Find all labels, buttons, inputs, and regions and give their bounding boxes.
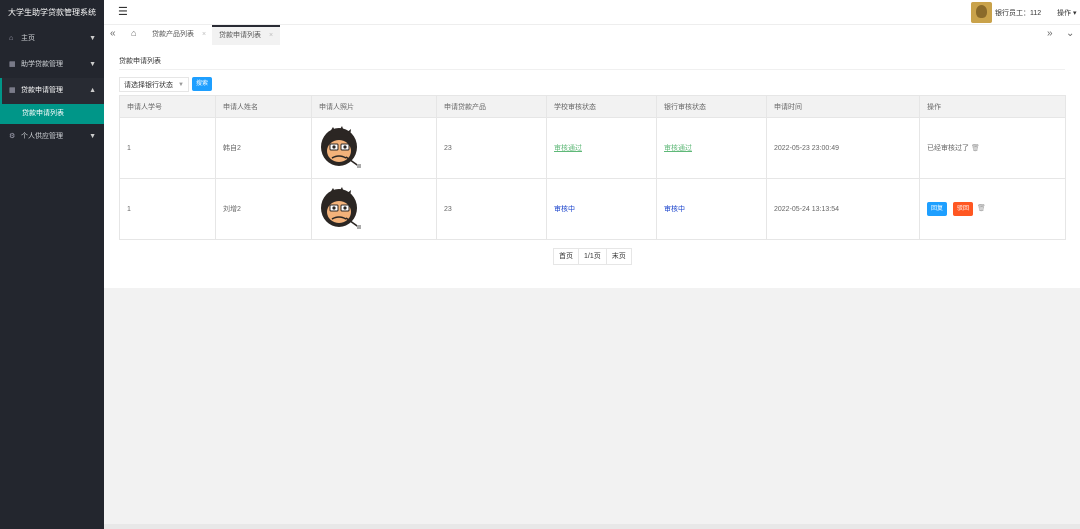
main-content: 贷款申请列表 请选择银行状态 ▼ 搜索 申请人学号 申请人姓名 申请人照片 申请… xyxy=(104,45,1080,288)
cell-time: 2022-05-23 23:00:49 xyxy=(766,117,920,179)
tab-bar: « ⌂ 贷款产品列表 × 贷款申请列表 × » ⌄ xyxy=(104,24,1080,46)
divider xyxy=(119,69,1065,70)
ops-label: 操作 xyxy=(1057,10,1071,17)
bank-status-select[interactable]: 请选择银行状态 ▼ xyxy=(119,77,189,92)
sidebar-item-label: 贷款申请管理 xyxy=(21,87,63,94)
user-label[interactable]: 银行员工：112 xyxy=(995,8,1041,18)
column-header: 银行审核状态 xyxy=(656,95,767,118)
chevron-up-icon: ▲ xyxy=(89,87,96,94)
table-header-row: 申请人学号 申请人姓名 申请人照片 申请贷款产品 学校审核状态 银行审核状态 申… xyxy=(119,95,1066,118)
menu-toggle-icon[interactable]: ☰ xyxy=(118,5,128,18)
search-button[interactable]: 搜索 xyxy=(192,77,212,91)
footer-strip xyxy=(104,524,1080,529)
tab-label: 贷款产品列表 xyxy=(152,31,194,38)
table-row: 1 韩自2 23 审核通过 审核通过 2022-05-23 23:00:49 已… xyxy=(119,117,1066,179)
last-page-link[interactable]: 末页 xyxy=(607,249,631,264)
reject-button[interactable]: 驳回 xyxy=(953,202,973,216)
cell-student-id: 1 xyxy=(119,178,216,240)
column-header: 操作 xyxy=(919,95,1066,118)
column-header: 申请人学号 xyxy=(119,95,216,118)
tabs-scroll-right-icon[interactable]: » xyxy=(1047,28,1053,39)
chevron-down-icon: ▼ xyxy=(89,133,96,140)
calendar-icon: ▦ xyxy=(9,87,16,94)
cell-actions: 回复 驳回 🗑 xyxy=(919,178,1066,240)
select-value: 请选择银行状态 xyxy=(124,82,173,89)
tabs-scroll-left-icon[interactable]: « xyxy=(110,28,116,39)
sidebar: 大学生助学贷款管理系统 ⌂ 主页 ▼ ▦ 助学贷款管理 ▼ ▦ 贷款申请管理 ▲ 贷款… xyxy=(0,0,104,529)
column-header: 申请时间 xyxy=(766,95,920,118)
avatar[interactable] xyxy=(971,2,992,23)
cell-bank-status: 审核中 xyxy=(656,178,767,240)
table-row: 1 刘增2 23 审核中 审核中 2022-05-24 13:13:54 回复 … xyxy=(119,178,1066,240)
delete-icon[interactable]: 🗑 xyxy=(977,205,986,212)
column-header: 申请贷款产品 xyxy=(436,95,547,118)
page-info: 1/1页 xyxy=(579,249,607,264)
cell-name: 刘增2 xyxy=(215,178,312,240)
applicant-photo xyxy=(321,126,361,168)
column-header: 申请人姓名 xyxy=(215,95,312,118)
reply-button[interactable]: 回复 xyxy=(927,202,947,216)
tabs-dropdown-icon[interactable]: ⌄ xyxy=(1066,28,1074,39)
column-header: 申请人照片 xyxy=(311,95,437,118)
sidebar-item-home[interactable]: ⌂ 主页 ▼ xyxy=(0,26,104,52)
cell-name: 韩自2 xyxy=(215,117,312,179)
sidebar-item-application-manage[interactable]: ▦ 贷款申请管理 ▲ xyxy=(0,78,104,104)
applicant-photo xyxy=(321,187,361,229)
gear-icon: ⚙ xyxy=(9,133,16,140)
chevron-down-icon: ▼ xyxy=(178,82,184,88)
tab-application-list[interactable]: 贷款申请列表 × xyxy=(212,25,281,45)
app-title: 大学生助学贷款管理系统 xyxy=(8,8,96,17)
chevron-down-icon: ▼ xyxy=(89,35,96,42)
cell-school-status: 审核通过 xyxy=(546,117,657,179)
sidebar-item-label: 个人供应管理 xyxy=(21,133,63,140)
sidebar-subitem-application-list[interactable]: 贷款申请列表 xyxy=(0,104,104,124)
pagination: 首页 1/1页 末页 xyxy=(553,248,632,265)
sidebar-item-label: 助学贷款管理 xyxy=(21,61,63,68)
cell-product: 23 xyxy=(436,117,547,179)
ops-menu[interactable]: 操作 ▾ xyxy=(1057,8,1076,18)
cell-actions: 已经审核过了 🗑 xyxy=(919,117,1066,179)
cell-time: 2022-05-24 13:13:54 xyxy=(766,178,920,240)
column-header: 学校审核状态 xyxy=(546,95,657,118)
calendar-icon: ▦ xyxy=(9,61,16,68)
status-badge: 审核中 xyxy=(554,206,575,213)
top-header: ☰ 银行员工：112 操作 ▾ xyxy=(104,0,1080,24)
application-table: 申请人学号 申请人姓名 申请人照片 申请贷款产品 学校审核状态 银行审核状态 申… xyxy=(119,95,1066,240)
home-icon: ⌂ xyxy=(9,35,14,42)
tab-product-list[interactable]: 贷款产品列表 × xyxy=(145,25,213,45)
close-icon[interactable]: × xyxy=(269,32,273,39)
close-icon[interactable]: × xyxy=(202,31,206,38)
cell-photo xyxy=(311,178,437,240)
first-page-link[interactable]: 首页 xyxy=(554,249,579,264)
status-badge: 审核中 xyxy=(664,206,685,213)
status-badge: 审核通过 xyxy=(554,145,582,152)
cell-school-status: 审核中 xyxy=(546,178,657,240)
delete-icon[interactable]: 🗑 xyxy=(971,145,980,152)
cell-student-id: 1 xyxy=(119,117,216,179)
chevron-down-icon: ▼ xyxy=(89,61,96,68)
status-badge: 审核通过 xyxy=(664,145,692,152)
home-tab-icon[interactable]: ⌂ xyxy=(131,28,136,38)
tab-label: 贷款申请列表 xyxy=(219,32,261,39)
cell-product: 23 xyxy=(436,178,547,240)
sidebar-item-loan-manage[interactable]: ▦ 助学贷款管理 ▼ xyxy=(0,52,104,78)
caret-down-icon: ▾ xyxy=(1072,10,1077,17)
sidebar-item-personal[interactable]: ⚙ 个人供应管理 ▼ xyxy=(0,124,104,150)
cell-bank-status: 审核通过 xyxy=(656,117,767,179)
action-note: 已经审核过了 xyxy=(927,145,969,152)
sidebar-item-label: 主页 xyxy=(21,35,35,42)
page-title: 贷款申请列表 xyxy=(119,58,161,65)
cell-photo xyxy=(311,117,437,179)
